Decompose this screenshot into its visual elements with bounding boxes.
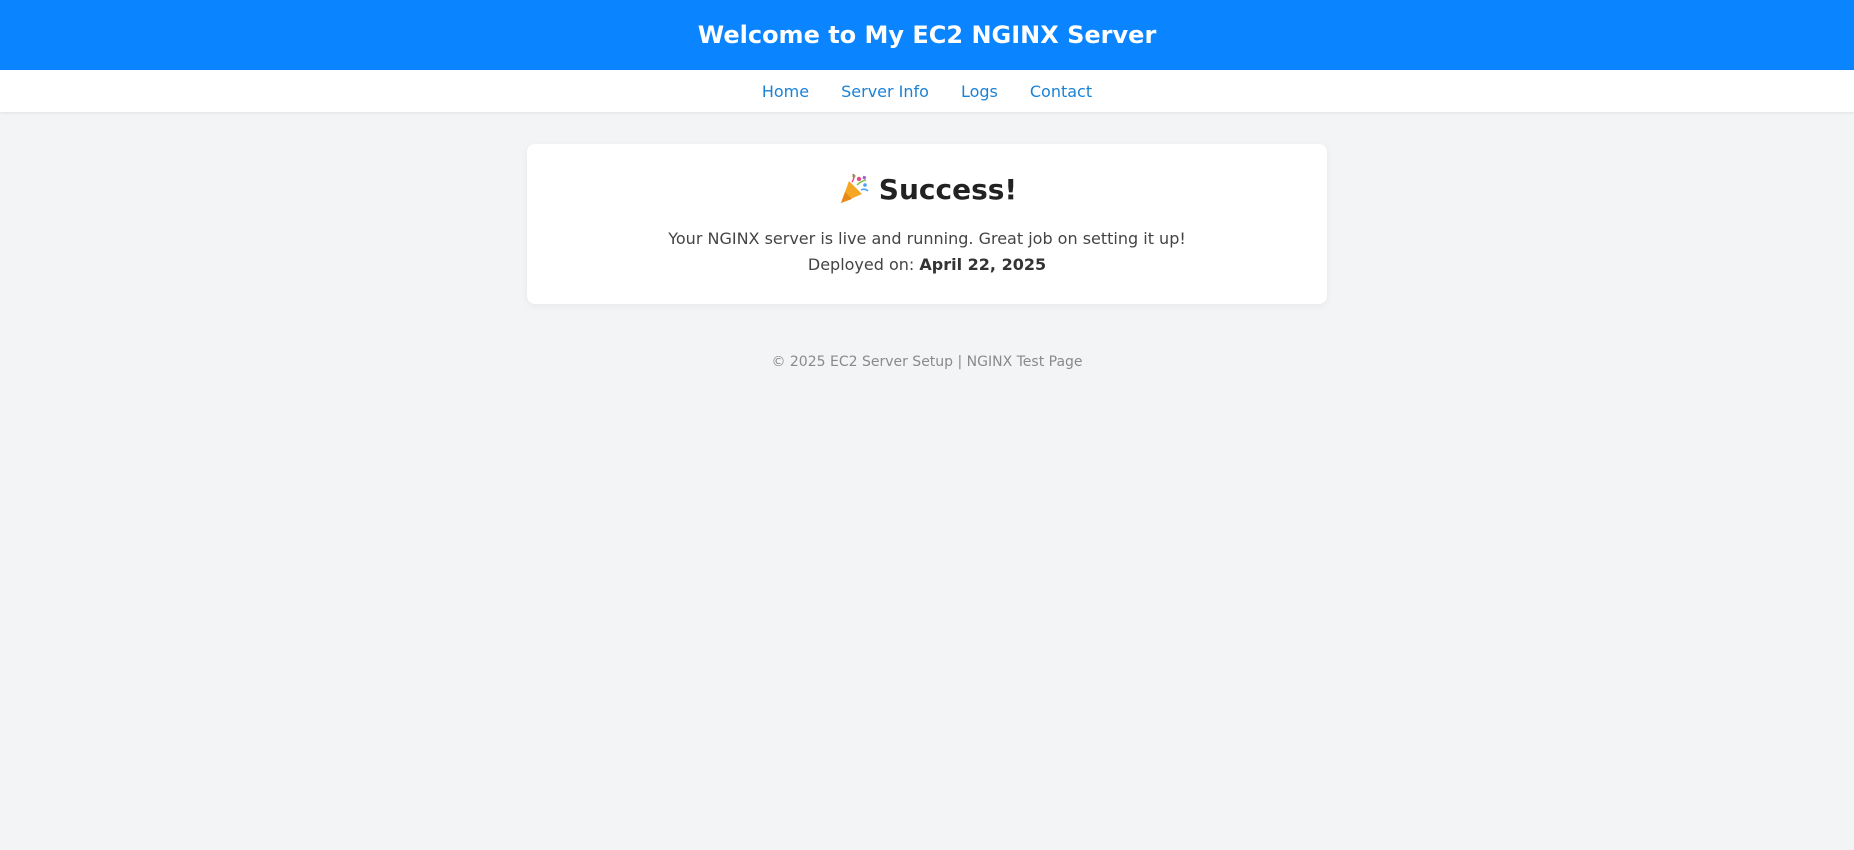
deployed-label: Deployed on: [807, 255, 920, 274]
party-popper-icon [837, 172, 871, 206]
nav-link-logs[interactable]: Logs [961, 82, 998, 101]
page-footer: © 2025 EC2 Server Setup | NGINX Test Pag… [0, 354, 1854, 370]
deployed-line: Deployed on: April 22, 2025 [547, 252, 1307, 278]
page-header: Welcome to My EC2 NGINX Server [0, 0, 1854, 70]
nav-link-contact[interactable]: Contact [1030, 82, 1092, 101]
nav-link-server-info[interactable]: Server Info [841, 82, 929, 101]
nav-bar: Home Server Info Logs Contact [0, 70, 1854, 112]
success-card: Success! Your NGINX server is live and r… [527, 144, 1327, 304]
card-title: Success! [878, 172, 1018, 206]
nav-link-home[interactable]: Home [762, 82, 809, 101]
footer-text: © 2025 EC2 Server Setup | NGINX Test Pag… [771, 354, 1083, 370]
success-message: Your NGINX server is live and running. G… [668, 229, 1186, 248]
card-heading: Success! [547, 172, 1307, 206]
page-title: Welcome to My EC2 NGINX Server [697, 21, 1157, 49]
deployed-date: April 22, 2025 [919, 255, 1047, 274]
